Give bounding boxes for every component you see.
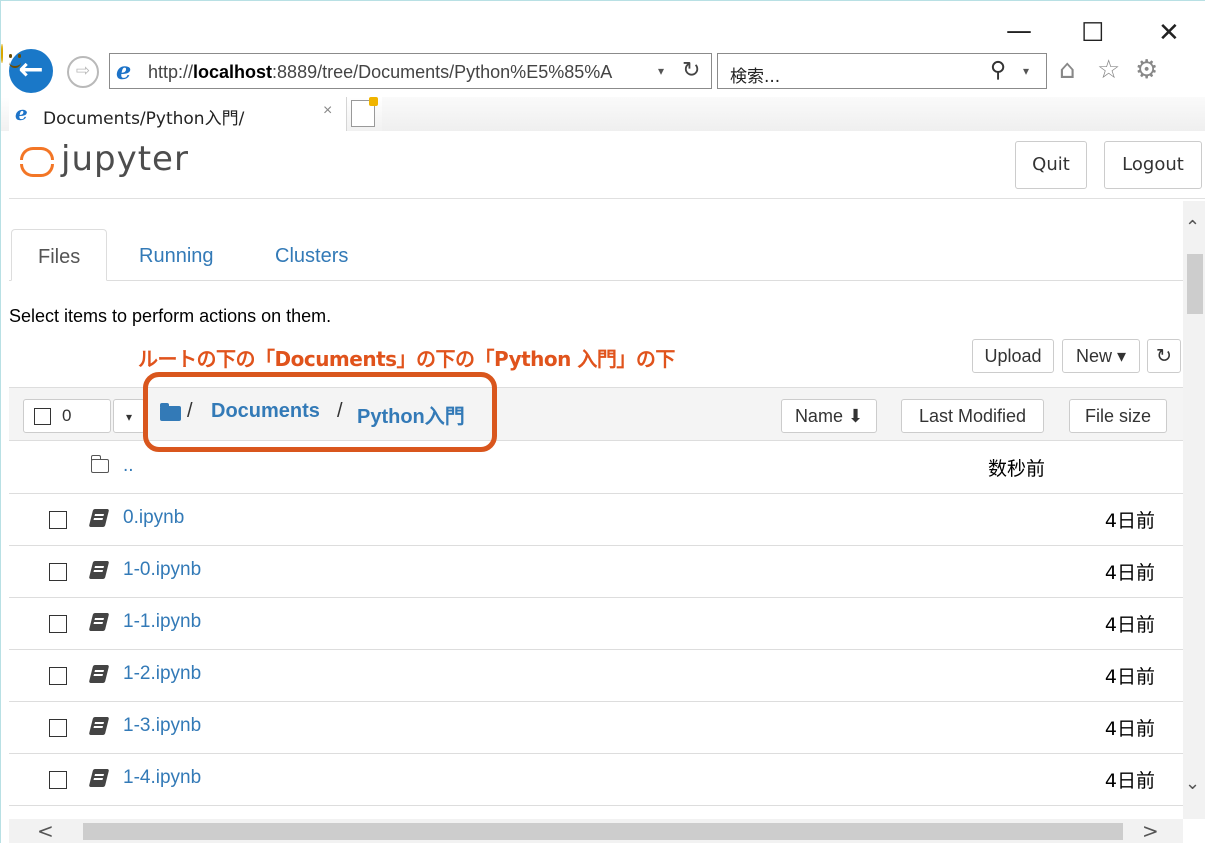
url-path: :8889/tree/Documents/Python%E5%85%A — [272, 62, 613, 82]
file-modified-time: 数秒前 — [987, 458, 1045, 480]
refresh-list-button[interactable]: ↻ — [1147, 339, 1181, 373]
jupyter-logo-text[interactable]: jupyter — [61, 139, 189, 179]
file-modified-time: 4日前 — [1104, 718, 1155, 740]
row-checkbox[interactable] — [49, 563, 67, 581]
vertical-scroll-thumb[interactable] — [1187, 254, 1203, 314]
instructions-text: Select items to perform actions on them. — [9, 306, 332, 326]
ie-logo-icon: e — [116, 56, 132, 85]
scroll-up-icon[interactable]: ⌃ — [1185, 217, 1200, 238]
list-item-partial — [9, 806, 1183, 820]
horizontal-scrollbar[interactable]: < > — [9, 819, 1183, 843]
jupyter-header: jupyter Quit Logout — [9, 133, 1205, 199]
file-name-link[interactable]: 1-4.ipynb — [123, 767, 201, 789]
new-dropdown-button[interactable]: New ▾ — [1062, 339, 1140, 373]
row-checkbox[interactable] — [49, 511, 67, 529]
refresh-icon[interactable]: ↻ — [682, 58, 700, 83]
row-checkbox[interactable] — [49, 771, 67, 789]
breadcrumb-highlight-annotation — [143, 372, 497, 452]
file-name-link[interactable]: 1-2.ipynb — [123, 663, 201, 685]
notebook-icon — [88, 769, 110, 787]
scroll-down-icon[interactable]: ⌄ — [1185, 773, 1200, 794]
url-host: localhost — [193, 62, 273, 82]
tab-files[interactable]: Files — [11, 229, 108, 281]
notebook-icon — [88, 561, 110, 579]
file-modified-time: 4日前 — [1104, 614, 1155, 636]
dashboard-tabs: Files Running Clusters — [9, 229, 1183, 281]
address-bar[interactable]: e http://localhost:8889/tree/Documents/P… — [109, 53, 712, 89]
selection-dropdown-button[interactable]: ▾ — [113, 399, 145, 433]
ie-tab-icon: e — [15, 101, 28, 125]
browser-tab-title: Documents/Python入門/ — [43, 109, 245, 129]
file-name-link[interactable]: 0.ipynb — [123, 507, 184, 529]
folder-icon — [90, 455, 109, 473]
back-button[interactable]: ← — [9, 49, 53, 93]
search-icon[interactable]: ⚲ — [990, 58, 1006, 83]
sort-by-name-button[interactable]: Name ⬇ — [781, 399, 877, 433]
logout-button[interactable]: Logout — [1104, 141, 1202, 189]
gear-icon[interactable]: ⚙ — [1135, 55, 1158, 85]
notebook-icon — [88, 665, 110, 683]
search-input[interactable]: 検索... — [730, 62, 780, 87]
tab-running[interactable]: Running — [113, 229, 240, 281]
url-scheme: http:// — [148, 62, 194, 82]
jupyter-logo-icon[interactable] — [19, 146, 54, 177]
sort-by-size-button[interactable]: File size — [1069, 399, 1167, 433]
file-name-link[interactable]: .. — [123, 455, 134, 477]
browser-tab[interactable]: e Documents/Python入門/ × — [9, 97, 347, 131]
list-item[interactable]: 1-1.ipynb 4日前 — [9, 598, 1183, 650]
list-item[interactable]: 1-2.ipynb 4日前 — [9, 650, 1183, 702]
list-item-parent-folder[interactable]: .. 数秒前 — [9, 442, 1183, 494]
list-item[interactable]: 1-0.ipynb 4日前 — [9, 546, 1183, 598]
file-modified-time: 4日前 — [1104, 770, 1155, 792]
feedback-smiley-icon[interactable] — [1, 44, 3, 63]
vertical-scrollbar[interactable]: ⌃ ⌄ — [1183, 201, 1205, 819]
favorites-star-icon[interactable]: ☆ — [1097, 55, 1120, 85]
navigation-bar: ← ⇨ e http://localhost:8889/tree/Documen… — [1, 44, 1205, 95]
list-item[interactable]: 1-3.ipynb 4日前 — [9, 702, 1183, 754]
forward-button[interactable]: ⇨ — [67, 56, 99, 88]
upload-button[interactable]: Upload — [972, 339, 1054, 373]
tab-clusters[interactable]: Clusters — [249, 229, 374, 281]
file-name-link[interactable]: 1-3.ipynb — [123, 715, 201, 737]
row-checkbox[interactable] — [49, 667, 67, 685]
selected-count: 0 — [62, 406, 72, 425]
browser-window: — ☐ ✕ ← ⇨ e http://localhost:8889/tree/D… — [0, 0, 1205, 843]
search-box[interactable]: 検索... ⚲ ▾ — [717, 53, 1047, 89]
list-item[interactable]: 0.ipynb 4日前 — [9, 494, 1183, 546]
scroll-right-icon[interactable]: > — [1142, 819, 1159, 843]
notebook-icon — [88, 717, 110, 735]
list-item[interactable]: 1-4.ipynb 4日前 — [9, 754, 1183, 806]
quit-button[interactable]: Quit — [1015, 141, 1087, 189]
row-checkbox[interactable] — [49, 719, 67, 737]
file-modified-time: 4日前 — [1104, 666, 1155, 688]
file-name-link[interactable]: 1-0.ipynb — [123, 559, 201, 581]
select-all-control[interactable]: 0 — [23, 399, 111, 433]
url-text[interactable]: http://localhost:8889/tree/Documents/Pyt… — [148, 62, 653, 83]
horizontal-scroll-thumb[interactable] — [83, 823, 1123, 840]
file-modified-time: 4日前 — [1104, 510, 1155, 532]
row-checkbox[interactable] — [49, 615, 67, 633]
minimize-button[interactable]: — — [1006, 13, 1032, 49]
scroll-left-icon[interactable]: < — [37, 819, 54, 843]
tab-strip-background — [382, 97, 1205, 131]
address-dropdown-icon[interactable]: ▾ — [658, 64, 664, 78]
annotation-caption: ルートの下の「Documents」の下の「Python 入門」の下 — [138, 347, 675, 371]
home-icon[interactable]: ⌂ — [1059, 55, 1076, 85]
sort-by-modified-button[interactable]: Last Modified — [901, 399, 1044, 433]
new-tab-icon[interactable] — [351, 97, 378, 127]
search-dropdown-icon[interactable]: ▾ — [1023, 64, 1029, 78]
close-tab-icon[interactable]: × — [323, 102, 332, 120]
file-modified-time: 4日前 — [1104, 562, 1155, 584]
select-all-checkbox[interactable] — [34, 408, 51, 425]
file-name-link[interactable]: 1-1.ipynb — [123, 611, 201, 633]
browser-tab-strip: e Documents/Python入門/ × — [1, 97, 1205, 131]
notebook-icon — [88, 509, 110, 527]
notebook-icon — [88, 613, 110, 631]
